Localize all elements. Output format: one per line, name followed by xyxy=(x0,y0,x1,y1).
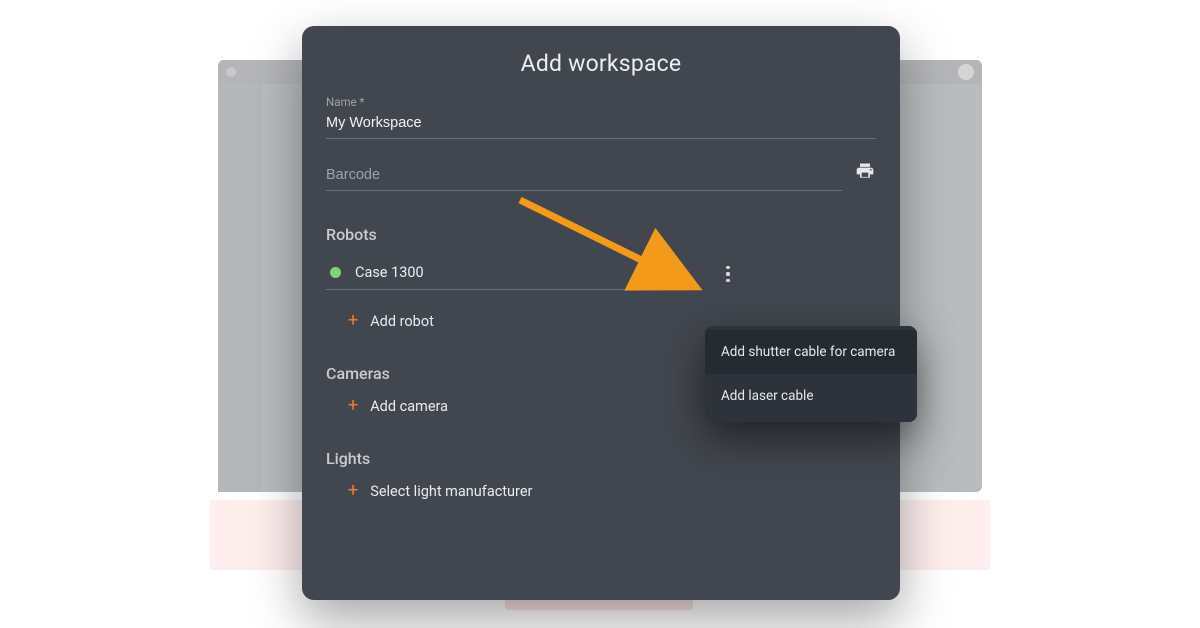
select-light-label: Select light manufacturer xyxy=(370,483,532,500)
add-camera-label: Add camera xyxy=(370,398,448,415)
add-workspace-dialog: Add workspace Name * Robots Case 1300 + … xyxy=(302,26,900,600)
plus-icon: + xyxy=(348,482,358,500)
barcode-field xyxy=(326,163,842,191)
dialog-title: Add workspace xyxy=(326,50,876,77)
plus-icon: + xyxy=(348,397,358,415)
lights-heading: Lights xyxy=(326,449,876,468)
menu-item-add-laser-cable[interactable]: Add laser cable xyxy=(705,374,917,418)
chevron-down-icon xyxy=(664,270,674,275)
status-dot-icon xyxy=(330,267,341,278)
menu-item-add-shutter-cable[interactable]: Add shutter cable for camera xyxy=(705,330,917,374)
barcode-input[interactable] xyxy=(326,163,842,191)
robots-heading: Robots xyxy=(326,225,876,244)
robot-select[interactable]: Case 1300 xyxy=(326,258,678,290)
plus-icon: + xyxy=(348,312,358,330)
robot-row: Case 1300 xyxy=(326,258,876,290)
select-light-manufacturer-button[interactable]: + Select light manufacturer xyxy=(348,482,876,500)
print-icon[interactable] xyxy=(854,161,876,191)
robot-name: Case 1300 xyxy=(355,264,650,281)
robot-more-menu-button[interactable] xyxy=(716,262,740,286)
name-label: Name * xyxy=(326,95,876,109)
add-robot-label: Add robot xyxy=(370,313,434,330)
name-field: Name * xyxy=(326,95,876,139)
robot-context-menu: Add shutter cable for camera Add laser c… xyxy=(705,326,917,422)
name-input[interactable] xyxy=(326,111,876,139)
